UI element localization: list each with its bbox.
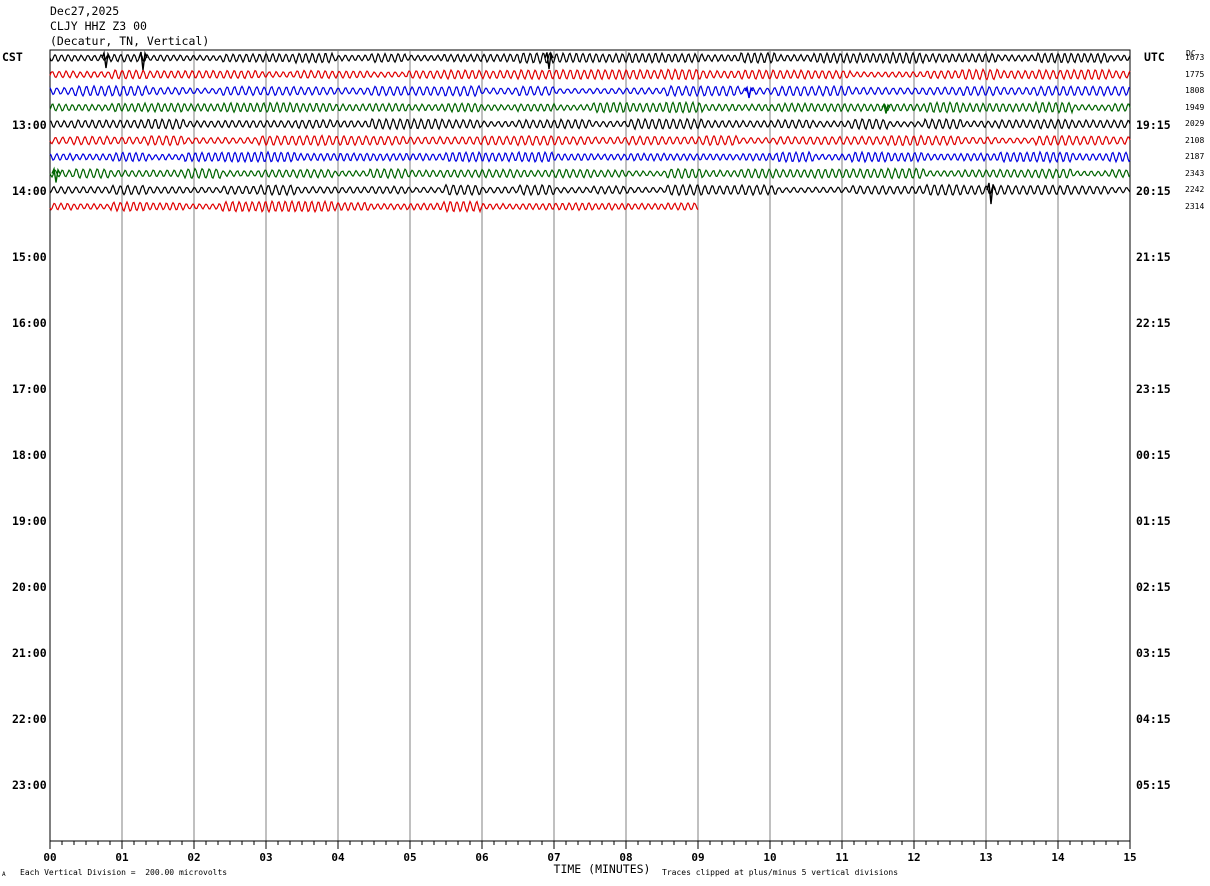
utc-hour-label: 04:15 bbox=[1136, 712, 1171, 726]
cst-hour-label: 15:00 bbox=[12, 250, 47, 264]
trace-count-label: 1808 bbox=[1185, 86, 1205, 95]
cst-hour-label: 18:00 bbox=[12, 448, 47, 462]
trace-count-label: 2029 bbox=[1185, 119, 1205, 128]
trace-count-label: 1949 bbox=[1185, 102, 1205, 112]
x-tick-label: 15 bbox=[1123, 851, 1137, 864]
seismic-trace bbox=[49, 100, 1131, 115]
x-tick-label: 14 bbox=[1051, 851, 1065, 864]
trace-count-label: 2187 bbox=[1185, 152, 1205, 161]
plot-grid bbox=[49, 49, 1131, 842]
cst-hour-label: 14:00 bbox=[12, 184, 47, 198]
seismic-trace bbox=[50, 117, 1131, 131]
clip-note: Traces clipped at plus/minus 5 vertical … bbox=[662, 868, 899, 877]
cst-hour-label: 19:00 bbox=[12, 514, 47, 528]
cst-hour-label: 17:00 bbox=[12, 382, 47, 396]
cst-hour-label: 21:00 bbox=[12, 646, 47, 660]
cst-hour-label: 16:00 bbox=[12, 316, 47, 330]
utc-hour-label: 01:15 bbox=[1136, 514, 1171, 528]
trace-count-label: 2314 bbox=[1185, 201, 1205, 211]
utc-hour-label: 20:15 bbox=[1136, 184, 1171, 198]
trace-spike bbox=[101, 50, 111, 69]
cst-hour-label: 23:00 bbox=[12, 778, 47, 792]
trace-count-label: 2108 bbox=[1185, 135, 1205, 145]
x-tick-label: 06 bbox=[475, 851, 489, 864]
plot-frame bbox=[49, 49, 1131, 842]
x-tick-label: 01 bbox=[115, 851, 129, 864]
x-tick-label: 09 bbox=[691, 851, 705, 864]
seismic-trace bbox=[49, 68, 1131, 81]
x-tick-label: 02 bbox=[187, 851, 201, 864]
utc-hour-label: 05:15 bbox=[1136, 778, 1171, 792]
utc-hour-label: 19:15 bbox=[1136, 118, 1171, 132]
utc-hour-label: 00:15 bbox=[1136, 448, 1171, 462]
seismic-trace bbox=[49, 183, 1131, 197]
trace-count-label: 2242 bbox=[1185, 185, 1205, 194]
x-tick-label: 05 bbox=[403, 851, 417, 864]
seismic-traces bbox=[49, 50, 1131, 214]
utc-hour-label: 22:15 bbox=[1136, 316, 1171, 330]
cst-hour-label: 20:00 bbox=[12, 580, 47, 594]
seismic-trace bbox=[49, 150, 1131, 164]
utc-hour-label: 03:15 bbox=[1136, 646, 1171, 660]
trace-spike bbox=[744, 85, 754, 99]
trace-count-label: 2343 bbox=[1185, 168, 1205, 178]
utc-hour-label: 23:15 bbox=[1136, 382, 1171, 396]
helicorder-plot bbox=[49, 49, 1131, 849]
seismic-trace bbox=[49, 134, 1131, 147]
x-tick-label: 03 bbox=[259, 851, 273, 864]
x-tick-label: 12 bbox=[907, 851, 921, 864]
trace-count-label: 1673 bbox=[1185, 53, 1205, 62]
cst-hour-label: 22:00 bbox=[12, 712, 47, 726]
x-axis-ticks bbox=[49, 840, 1131, 849]
seismic-trace bbox=[49, 167, 1131, 180]
utc-hour-label: 21:15 bbox=[1136, 250, 1171, 264]
scale-note: Each Vertical Division = 200.00 microvol… bbox=[20, 868, 228, 877]
x-tick-label: 10 bbox=[763, 851, 777, 864]
x-tick-label: 11 bbox=[835, 851, 849, 864]
x-tick-label: 13 bbox=[979, 851, 993, 864]
seismic-trace bbox=[49, 84, 1131, 98]
seismic-trace bbox=[49, 199, 699, 214]
x-tick-label: 04 bbox=[331, 851, 345, 864]
trace-count-label: 1775 bbox=[1185, 69, 1205, 79]
cst-hour-label: 13:00 bbox=[12, 118, 47, 132]
corner-mark: A bbox=[2, 871, 6, 878]
seismic-trace bbox=[49, 51, 1131, 65]
utc-hour-label: 02:15 bbox=[1136, 580, 1171, 594]
x-axis-title: TIME (MINUTES) bbox=[553, 862, 651, 876]
x-tick-label: 00 bbox=[43, 851, 57, 864]
